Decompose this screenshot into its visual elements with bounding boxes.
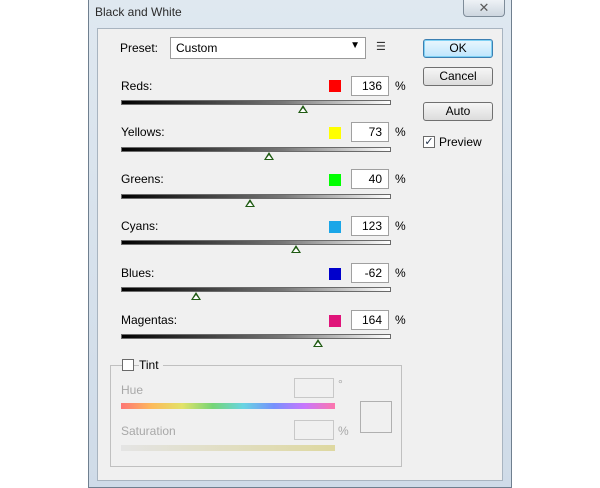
saturation-input[interactable]: [294, 420, 334, 440]
yellows-slider-track[interactable]: [121, 147, 391, 152]
preview-label: Preview: [439, 135, 482, 149]
magentas-label: Magentas:: [121, 313, 178, 327]
cyans-label: Cyans:: [121, 219, 159, 233]
yellows-swatch: [329, 127, 341, 139]
hue-label: Hue: [121, 383, 144, 397]
preview-checkbox[interactable]: ✓: [423, 136, 435, 148]
tint-label: Tint: [139, 358, 163, 372]
preset-dropdown[interactable]: Custom ▼: [170, 37, 366, 59]
yellows-value-input[interactable]: 73: [351, 122, 389, 142]
window-title: Black and White: [95, 5, 182, 19]
reds-percent: %: [395, 79, 406, 93]
check-icon: ✓: [424, 136, 434, 148]
cyans-value-input[interactable]: 123: [351, 216, 389, 236]
tint-group: [110, 365, 402, 467]
blues-value-input[interactable]: -62: [351, 263, 389, 283]
greens-value-input[interactable]: 40: [351, 169, 389, 189]
blues-label: Blues:: [121, 266, 155, 280]
preset-options-icon[interactable]: ☰: [376, 40, 386, 53]
hue-input[interactable]: [294, 378, 334, 398]
yellows-slider-thumb[interactable]: [264, 152, 274, 160]
reds-label: Reds:: [121, 79, 153, 93]
close-button[interactable]: ✕: [463, 0, 505, 17]
saturation-slider-track[interactable]: [121, 445, 335, 451]
magentas-value-input[interactable]: 164: [351, 310, 389, 330]
greens-swatch: [329, 174, 341, 186]
blues-slider-track[interactable]: [121, 287, 391, 292]
reds-value-input[interactable]: 136: [351, 76, 389, 96]
reds-slider-track[interactable]: [121, 100, 391, 105]
greens-slider-track[interactable]: [121, 194, 391, 199]
cancel-button[interactable]: Cancel: [423, 67, 493, 86]
preset-value: Custom: [176, 41, 218, 55]
black-and-white-dialog: Black and White ✕ Preset: Custom ▼ ☰ OK …: [88, 0, 512, 488]
blues-swatch: [329, 268, 341, 280]
magentas-slider-track[interactable]: [121, 334, 391, 339]
magentas-swatch: [329, 315, 341, 327]
yellows-label: Yellows:: [121, 125, 165, 139]
blues-percent: %: [395, 266, 406, 280]
auto-button[interactable]: Auto: [423, 102, 493, 121]
hue-slider-track[interactable]: [121, 403, 335, 409]
cyans-swatch: [329, 221, 341, 233]
preset-label: Preset:: [120, 41, 159, 55]
cyans-slider-thumb[interactable]: [291, 245, 301, 253]
chevron-down-icon: ▼: [350, 40, 360, 51]
blues-slider-thumb[interactable]: [191, 292, 201, 300]
reds-swatch: [329, 80, 341, 92]
tint-checkbox[interactable]: [122, 359, 134, 371]
greens-slider-thumb[interactable]: [245, 199, 255, 207]
saturation-percent-unit: %: [338, 424, 349, 438]
greens-percent: %: [395, 172, 406, 186]
tint-color-preview[interactable]: [360, 401, 392, 433]
greens-label: Greens:: [121, 172, 164, 186]
saturation-label: Saturation: [121, 424, 176, 438]
dialog-client-area: Preset: Custom ▼ ☰ OK Cancel Auto ✓ Prev…: [97, 28, 503, 481]
magentas-percent: %: [395, 313, 406, 327]
magentas-slider-thumb[interactable]: [313, 339, 323, 347]
reds-slider-thumb[interactable]: [298, 105, 308, 113]
ok-button[interactable]: OK: [423, 39, 493, 58]
yellows-percent: %: [395, 125, 406, 139]
cyans-slider-track[interactable]: [121, 240, 391, 245]
hue-degree-unit: °: [338, 377, 343, 391]
cyans-percent: %: [395, 219, 406, 233]
